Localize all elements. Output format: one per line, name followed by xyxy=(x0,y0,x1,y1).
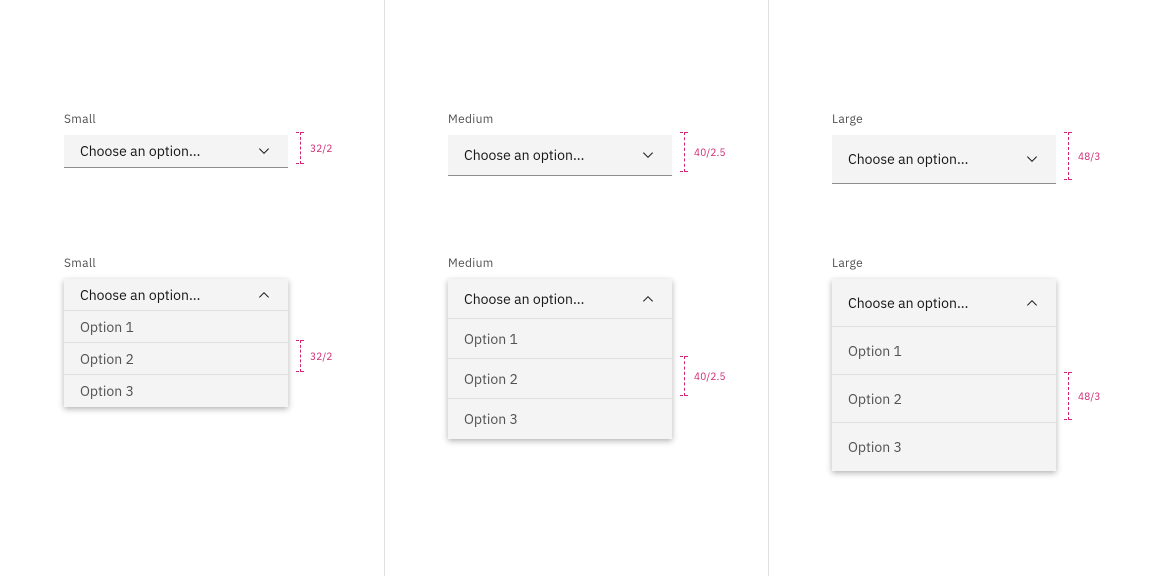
spec-value: 48/3 xyxy=(1078,390,1101,403)
spec-value: 48/3 xyxy=(1078,150,1101,163)
chevron-down-icon xyxy=(1024,151,1040,167)
dropdown-option[interactable]: Option 1 xyxy=(832,327,1056,375)
chevron-down-icon xyxy=(256,143,272,159)
column-small: Small Choose an option... 32/2 Small Cho… xyxy=(0,0,384,576)
dropdown-placeholder: Choose an option... xyxy=(464,290,584,308)
dropdown-placeholder: Choose an option... xyxy=(80,286,200,304)
chevron-up-icon xyxy=(640,291,656,307)
dropdown-placeholder: Choose an option... xyxy=(848,294,968,312)
chevron-up-icon xyxy=(1024,295,1040,311)
dropdown-closed-small: Small Choose an option... 32/2 xyxy=(64,112,288,168)
dropdown-placeholder: Choose an option... xyxy=(848,150,968,168)
dropdown-option[interactable]: Option 2 xyxy=(64,343,288,375)
spec-annotation: 48/3 xyxy=(1064,372,1101,420)
dropdown-field[interactable]: Choose an option... xyxy=(832,135,1056,184)
dropdown-option-list: Option 1 Option 2 Option 3 xyxy=(832,327,1056,471)
dropdown-field[interactable]: Choose an option... xyxy=(64,135,288,168)
dropdown-option[interactable]: Option 1 xyxy=(64,311,288,343)
dropdown-label: Large xyxy=(832,112,1056,127)
dropdown-closed-large: Large Choose an option... 48/3 xyxy=(832,112,1056,184)
spec-annotation: 40/2.5 xyxy=(680,356,726,396)
dropdown-option-list: Option 1 Option 2 Option 3 xyxy=(448,319,672,439)
column-medium: Medium Choose an option... 40/2.5 Medium… xyxy=(384,0,768,576)
dropdown-label: Medium xyxy=(448,112,672,127)
dropdown-label: Small xyxy=(64,112,288,127)
chevron-up-icon xyxy=(256,287,272,303)
spec-annotation: 32/2 xyxy=(296,132,333,164)
dropdown-placeholder: Choose an option... xyxy=(80,142,200,160)
dropdown-option[interactable]: Option 3 xyxy=(64,375,288,407)
spec-annotation: 40/2.5 xyxy=(680,132,726,172)
chevron-down-icon xyxy=(640,147,656,163)
column-large: Large Choose an option... 48/3 Large Cho… xyxy=(768,0,1152,576)
dropdown-closed-medium: Medium Choose an option... 40/2.5 xyxy=(448,112,672,176)
dropdown-option[interactable]: Option 3 xyxy=(448,399,672,439)
spec-annotation: 32/2 xyxy=(296,340,333,372)
dropdown-open-large: Large Choose an option... Option 1 Optio… xyxy=(832,256,1056,471)
dropdown-field[interactable]: Choose an option... xyxy=(448,279,672,319)
dropdown-option[interactable]: Option 2 xyxy=(448,359,672,399)
dropdown-option[interactable]: Option 2 xyxy=(832,375,1056,423)
dropdown-menu: Choose an option... Option 1 Option 2 Op… xyxy=(448,279,672,439)
dropdown-field[interactable]: Choose an option... xyxy=(64,279,288,311)
dropdown-open-small: Small Choose an option... Option 1 Optio… xyxy=(64,256,288,407)
spec-value: 40/2.5 xyxy=(694,370,726,383)
dropdown-option-list: Option 1 Option 2 Option 3 xyxy=(64,311,288,407)
dropdown-label: Large xyxy=(832,256,1056,271)
spec-annotation: 48/3 xyxy=(1064,132,1101,180)
spec-value: 32/2 xyxy=(310,350,333,363)
dropdown-option[interactable]: Option 3 xyxy=(832,423,1056,471)
dropdown-field[interactable]: Choose an option... xyxy=(832,279,1056,327)
dropdown-placeholder: Choose an option... xyxy=(464,146,584,164)
spec-value: 40/2.5 xyxy=(694,146,726,159)
dropdown-open-medium: Medium Choose an option... Option 1 Opti… xyxy=(448,256,672,439)
dropdown-field[interactable]: Choose an option... xyxy=(448,135,672,176)
dropdown-option[interactable]: Option 1 xyxy=(448,319,672,359)
dropdown-label: Medium xyxy=(448,256,672,271)
spec-value: 32/2 xyxy=(310,142,333,155)
dropdown-label: Small xyxy=(64,256,288,271)
dropdown-menu: Choose an option... Option 1 Option 2 Op… xyxy=(832,279,1056,471)
dropdown-menu: Choose an option... Option 1 Option 2 Op… xyxy=(64,279,288,407)
